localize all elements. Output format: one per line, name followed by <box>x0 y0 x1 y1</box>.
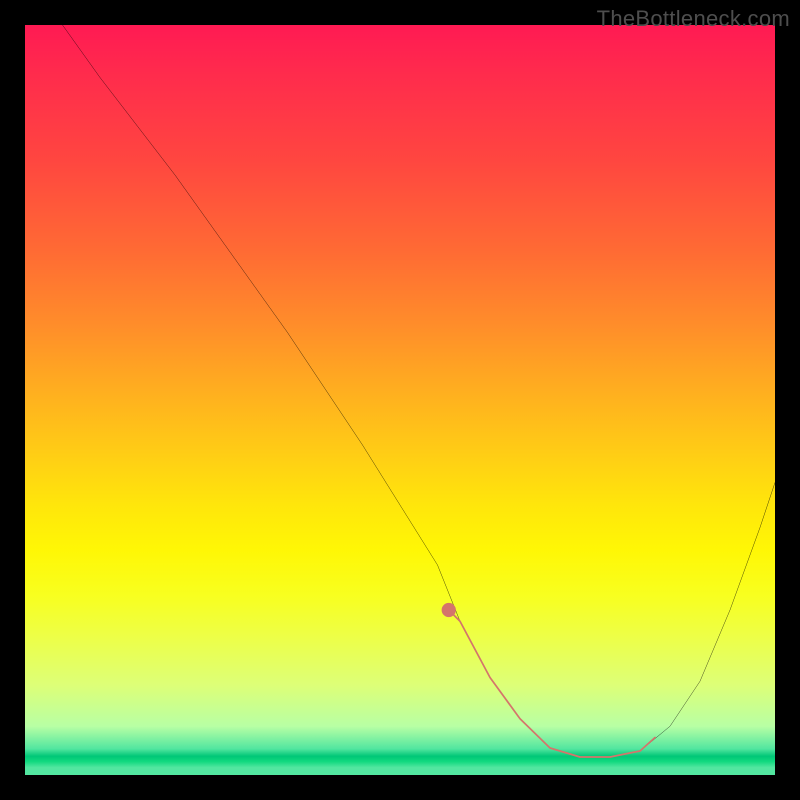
plot-area <box>25 25 775 775</box>
curve-layer <box>25 25 775 775</box>
watermark-text: TheBottleneck.com <box>597 6 790 32</box>
chart-stage: TheBottleneck.com <box>0 0 800 800</box>
optimal-start-marker-icon <box>442 603 456 617</box>
bottleneck-curve-path <box>63 25 776 757</box>
optimal-band-path <box>449 610 655 757</box>
